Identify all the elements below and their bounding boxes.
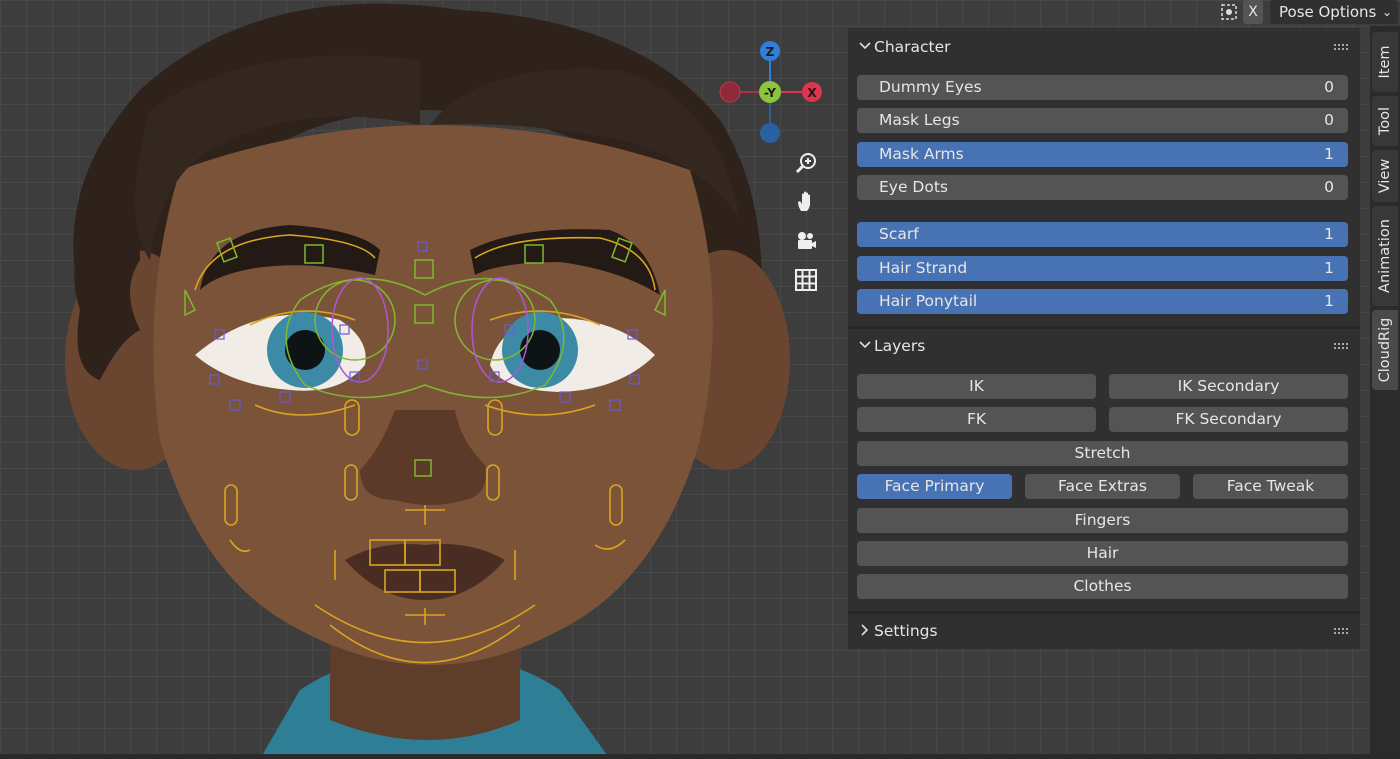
section-header-settings[interactable]: Settings <box>848 614 1360 648</box>
xray-toggle-icon[interactable] <box>1216 0 1242 24</box>
layer-face-extras-button[interactable]: Face Extras <box>1025 474 1180 499</box>
prop-hair-ponytail[interactable]: Hair Ponytail 1 <box>857 289 1348 314</box>
chevron-down-icon: ⌄ <box>1381 5 1392 19</box>
pose-options-dropdown[interactable]: Pose Options ⌄ <box>1270 0 1398 24</box>
layer-hair-button[interactable]: Hair <box>857 541 1348 566</box>
drag-grip-icon[interactable] <box>1334 343 1348 349</box>
status-strip <box>0 754 1400 759</box>
prop-value: 1 <box>1324 292 1334 310</box>
pose-options-label: Pose Options <box>1279 3 1377 21</box>
tab-view[interactable]: View <box>1372 150 1398 202</box>
gizmo-y-label: -Y <box>764 86 776 100</box>
tab-label: Animation <box>1377 219 1393 293</box>
layer-stretch-button[interactable]: Stretch <box>857 441 1348 466</box>
tab-label: Tool <box>1377 106 1393 136</box>
chevron-right-icon <box>861 624 869 636</box>
prop-label: Hair Strand <box>879 259 968 277</box>
section-title: Settings <box>874 622 938 640</box>
chevron-down-icon <box>859 341 871 349</box>
x-mirror-toggle[interactable]: X <box>1243 0 1263 24</box>
viewport-header: X Pose Options ⌄ <box>0 0 1400 26</box>
section-title: Layers <box>874 337 926 355</box>
layer-face-primary-button[interactable]: Face Primary <box>857 474 1012 499</box>
tab-label: CloudRig <box>1377 317 1393 383</box>
layer-fk-secondary-button[interactable]: FK Secondary <box>1109 407 1348 432</box>
layer-clothes-button[interactable]: Clothes <box>857 574 1348 599</box>
prop-value: 1 <box>1324 225 1334 243</box>
prop-label: Mask Legs <box>879 111 960 129</box>
gizmo-x-label: X <box>807 86 817 100</box>
tab-animation[interactable]: Animation <box>1372 206 1398 306</box>
chevron-down-icon <box>859 42 871 50</box>
prop-label: Mask Arms <box>879 145 964 163</box>
prop-value: 0 <box>1324 78 1334 96</box>
drag-grip-icon[interactable] <box>1334 44 1348 50</box>
prop-eye-dots[interactable]: Eye Dots 0 <box>857 175 1348 200</box>
layer-ik-secondary-button[interactable]: IK Secondary <box>1109 374 1348 399</box>
prop-label: Dummy Eyes <box>879 78 982 96</box>
gizmo-z-label: Z <box>766 45 775 59</box>
prop-scarf[interactable]: Scarf 1 <box>857 222 1348 247</box>
sidebar-panel: Character Dummy Eyes 0 Mask Legs 0 Mask … <box>848 28 1360 649</box>
tab-label: Item <box>1377 45 1393 79</box>
prop-mask-legs[interactable]: Mask Legs 0 <box>857 108 1348 133</box>
layer-face-tweak-button[interactable]: Face Tweak <box>1193 474 1348 499</box>
prop-value: 1 <box>1324 145 1334 163</box>
tab-tool[interactable]: Tool <box>1372 96 1398 146</box>
prop-value: 0 <box>1324 178 1334 196</box>
drag-grip-icon[interactable] <box>1334 628 1348 634</box>
sidebar-tabs: Item Tool View Animation CloudRig <box>1370 26 1400 759</box>
prop-hair-strand[interactable]: Hair Strand 1 <box>857 256 1348 281</box>
section-header-character[interactable]: Character <box>848 30 1360 64</box>
tab-item[interactable]: Item <box>1372 32 1398 92</box>
prop-mask-arms[interactable]: Mask Arms 1 <box>857 142 1348 167</box>
prop-label: Eye Dots <box>879 178 949 196</box>
tab-cloudrig[interactable]: CloudRig <box>1372 310 1398 390</box>
zoom-icon[interactable] <box>790 147 822 179</box>
camera-icon[interactable] <box>790 225 822 257</box>
prop-dummy-eyes[interactable]: Dummy Eyes 0 <box>857 75 1348 100</box>
pan-hand-icon[interactable] <box>790 186 822 218</box>
prop-label: Scarf <box>879 225 919 243</box>
prop-value: 0 <box>1324 111 1334 129</box>
section-header-layers[interactable]: Layers <box>848 329 1360 363</box>
prop-label: Hair Ponytail <box>879 292 978 310</box>
tab-label: View <box>1377 158 1393 194</box>
section-title: Character <box>874 38 951 56</box>
grid-icon[interactable] <box>790 264 822 296</box>
layer-fingers-button[interactable]: Fingers <box>857 508 1348 533</box>
prop-value: 1 <box>1324 259 1334 277</box>
navigation-gizmo[interactable]: Z -Y X <box>712 36 832 148</box>
layer-fk-button[interactable]: FK <box>857 407 1096 432</box>
layer-ik-button[interactable]: IK <box>857 374 1096 399</box>
